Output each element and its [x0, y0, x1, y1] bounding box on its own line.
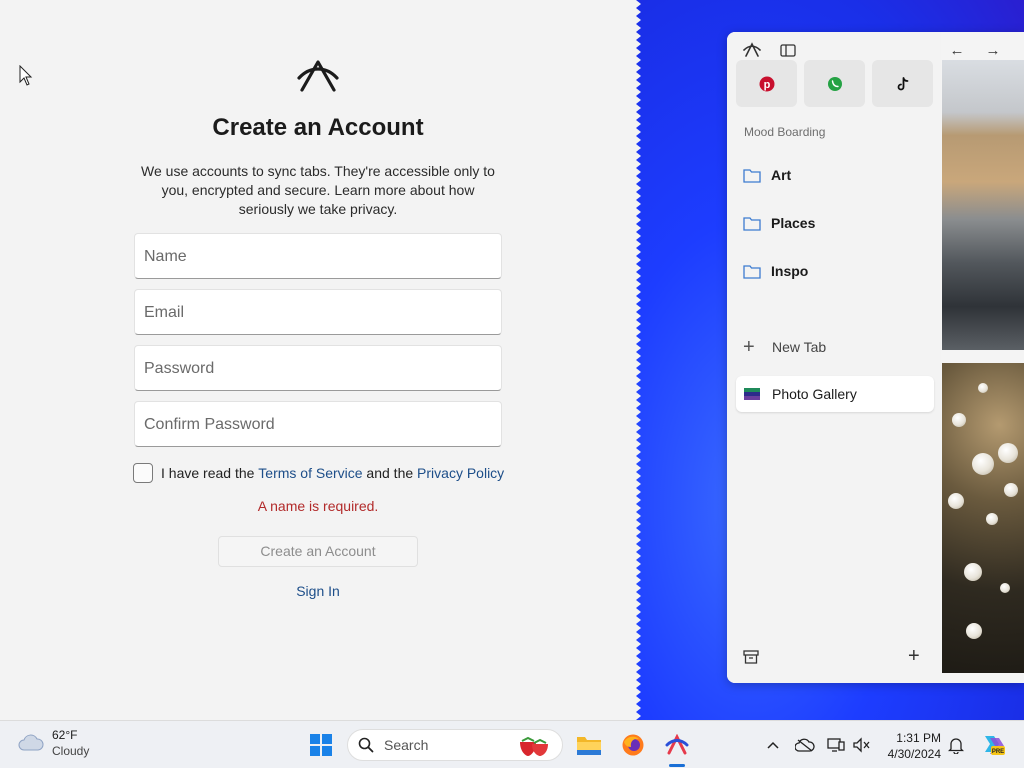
terms-of-service-link[interactable]: Terms of Service: [258, 465, 362, 481]
sign-in-link[interactable]: Sign In: [0, 583, 636, 599]
email-field[interactable]: Email: [134, 289, 502, 335]
pinterest-icon: p: [759, 76, 774, 91]
search-label: Search: [384, 737, 429, 753]
svg-text:p: p: [763, 79, 770, 91]
folder-art[interactable]: Art: [743, 163, 791, 187]
notification-bell-icon[interactable]: [946, 735, 966, 755]
pinned-pinterest[interactable]: p: [736, 60, 797, 107]
clock-date: 4/30/2024: [887, 747, 941, 761]
folder-places[interactable]: Places: [743, 211, 815, 235]
folder-label: Places: [771, 215, 816, 231]
weather-widget[interactable]: 62°F Cloudy: [18, 727, 89, 759]
folder-icon: [577, 737, 601, 755]
privacy-policy-link[interactable]: Privacy Policy: [417, 465, 504, 481]
tab-label: Photo Gallery: [772, 386, 857, 402]
space-name: Mood Boarding: [744, 125, 826, 139]
tab-photo-gallery[interactable]: Photo Gallery: [736, 376, 934, 412]
light-orb: [972, 453, 994, 475]
folder-label: Art: [771, 167, 792, 183]
active-app-indicator: [669, 764, 685, 767]
arc-menu-icon[interactable]: [740, 38, 764, 62]
light-orb: [986, 513, 998, 525]
terms-checkbox[interactable]: [133, 463, 153, 483]
pinned-tiktok[interactable]: [872, 60, 933, 107]
light-orb: [1004, 483, 1018, 497]
light-orb: [948, 493, 964, 509]
strawberry-icon: [520, 736, 548, 756]
display-icon[interactable]: [826, 735, 846, 755]
arc-browser-button[interactable]: [661, 729, 693, 761]
folder-label: Inspo: [771, 263, 809, 279]
clock-time: 1:31 PM: [896, 731, 941, 745]
firefox-icon: [622, 734, 644, 756]
gallery-photo-beach[interactable]: [942, 60, 1024, 350]
mouse-cursor-icon: [19, 65, 33, 86]
plus-icon: +: [743, 336, 755, 358]
terms-row: I have read the Terms of Service and the…: [133, 462, 504, 484]
system-clock[interactable]: 1:31 PM 4/30/2024: [880, 730, 941, 762]
light-orb: [978, 383, 988, 393]
light-orb: [952, 413, 966, 427]
onedrive-cloud-icon[interactable]: [795, 735, 815, 755]
validation-error: A name is required.: [257, 498, 379, 514]
windows-taskbar: 62°F Cloudy Search 1:31 PM 4/30/2024 PRE: [0, 720, 1024, 768]
terms-prefix: I have read the: [161, 465, 259, 481]
signup-description: We use accounts to sync tabs. They're ac…: [141, 163, 495, 217]
arc-logo-icon: [297, 60, 339, 92]
weather-temp: 62°F: [52, 728, 78, 742]
light-orb: [964, 563, 982, 581]
folder-icon: [743, 216, 761, 231]
back-arrow-icon[interactable]: ←: [945, 38, 969, 62]
browser-sidebar: ← → p Mood Boarding Art Places Inspo + N…: [727, 32, 1001, 683]
volume-muted-icon[interactable]: [852, 735, 872, 755]
password-field[interactable]: Password: [134, 345, 502, 391]
tiktok-icon: [897, 76, 908, 90]
light-orb: [998, 443, 1018, 463]
folder-icon: [743, 264, 761, 279]
weather-condition: Cloudy: [52, 744, 90, 758]
windows-logo-icon: [310, 734, 332, 756]
folder-inspo[interactable]: Inspo: [743, 259, 808, 283]
signup-panel: Create an Account We use accounts to syn…: [0, 0, 636, 720]
create-account-button[interactable]: Create an Account: [218, 536, 418, 567]
page-title: Create an Account: [212, 114, 424, 141]
new-tab-button[interactable]: + New Tab: [743, 337, 826, 357]
confirm-password-field[interactable]: Confirm Password: [134, 401, 502, 447]
cloud-icon: [18, 734, 44, 751]
file-explorer-button[interactable]: [573, 729, 605, 761]
arc-browser-window: ← → p Mood Boarding Art Places Inspo + N…: [727, 32, 1024, 683]
light-orb: [966, 623, 982, 639]
folder-icon: [743, 168, 761, 183]
copilot-icon: PRE: [985, 736, 1005, 755]
forward-arrow-icon[interactable]: →: [981, 38, 1005, 62]
show-hidden-icons-chevron-icon[interactable]: [763, 735, 783, 755]
gallery-photo-lights[interactable]: [942, 363, 1024, 673]
copilot-button[interactable]: PRE: [976, 729, 1008, 761]
light-orb: [1000, 583, 1010, 593]
start-button[interactable]: [305, 729, 337, 761]
taskbar-search[interactable]: Search: [347, 729, 563, 761]
search-icon: [358, 737, 374, 753]
terms-middle: and the: [362, 465, 418, 481]
arc-icon: [665, 734, 689, 755]
firefox-button[interactable]: [617, 729, 649, 761]
whatsapp-icon: [827, 76, 842, 91]
favicon-icon: [744, 388, 760, 400]
web-content[interactable]: [941, 60, 1024, 683]
sidebar-toggle-icon[interactable]: [776, 38, 800, 62]
svg-text:PRE: PRE: [992, 749, 1004, 755]
archive-icon[interactable]: [743, 649, 759, 665]
torn-edge: [629, 0, 641, 720]
name-field[interactable]: Name: [134, 233, 502, 279]
pinned-whatsapp[interactable]: [804, 60, 865, 107]
new-tab-label: New Tab: [772, 339, 827, 355]
add-space-button[interactable]: +: [908, 645, 920, 668]
